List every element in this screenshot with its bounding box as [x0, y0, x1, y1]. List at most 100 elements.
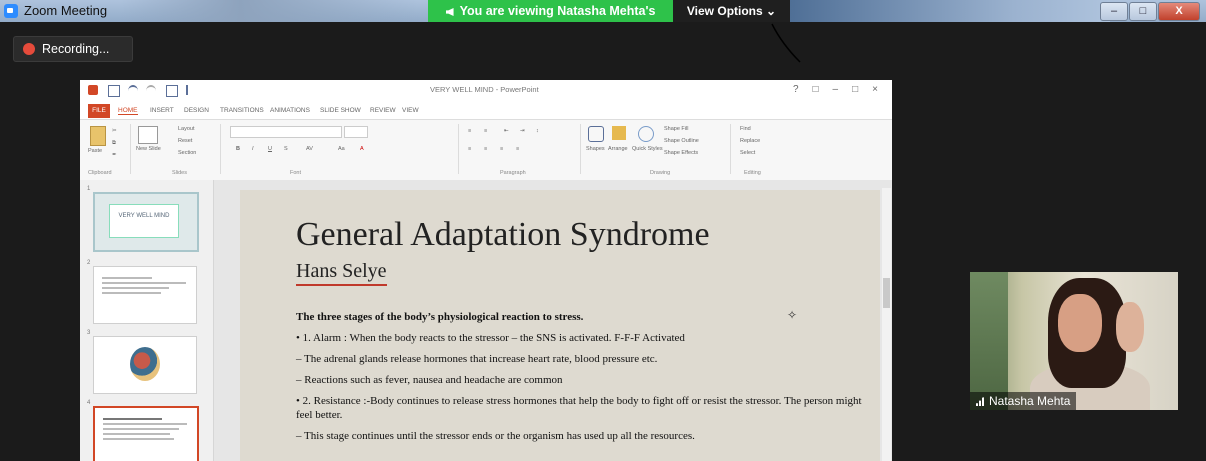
window-controls: – □ X [1099, 2, 1200, 21]
shapes-label[interactable]: Shapes [586, 146, 605, 152]
close-button[interactable]: X [1158, 2, 1200, 21]
video-person-face [1058, 294, 1102, 352]
slide-scrollbar[interactable] [882, 188, 891, 461]
shadow-button[interactable]: S [284, 146, 288, 152]
align-left-icon[interactable]: ≡ [468, 146, 471, 152]
speaker-icon [445, 8, 454, 16]
reset-button[interactable]: Reset [178, 138, 192, 144]
slide-thumbnail-pane: 1 VERY WELL MIND 2 3 4 [80, 180, 214, 461]
recording-indicator[interactable]: Recording... [13, 36, 133, 62]
ribbon-separator [580, 124, 581, 174]
copy-icon[interactable]: ⧉ [112, 140, 116, 147]
signal-strength-icon [976, 397, 985, 406]
tab-animations[interactable]: ANIMATIONS [270, 107, 310, 114]
arrange-icon[interactable] [612, 126, 626, 140]
decrease-indent-icon[interactable]: ⇤ [504, 128, 509, 134]
slide-body: The three stages of the body’s physiolog… [296, 310, 876, 450]
zoom-title-bar: Zoom Meeting You are viewing Natasha Meh… [0, 0, 1206, 22]
redo-icon[interactable] [146, 85, 156, 97]
arrange-label[interactable]: Arrange [608, 146, 628, 152]
shared-screen-powerpoint[interactable]: VERY WELL MIND - PowerPoint ? □ – □ × FI… [80, 80, 892, 461]
new-slide-icon[interactable] [138, 126, 158, 144]
ribbon-separator [130, 124, 131, 174]
thumb-image [130, 347, 160, 381]
slide-thumbnail-3[interactable] [93, 336, 197, 394]
slides-group-label: Slides [172, 170, 187, 176]
tab-transitions[interactable]: TRANSITIONS [220, 107, 264, 114]
section-button[interactable]: Section [178, 150, 196, 156]
slide-title: General Adaptation Syndrome [296, 216, 710, 253]
align-center-icon[interactable]: ≡ [484, 146, 487, 152]
character-spacing-button[interactable]: AV [306, 146, 313, 152]
layout-button[interactable]: Layout [178, 126, 195, 132]
thumb-number: 3 [87, 330, 91, 336]
tab-home[interactable]: HOME [118, 107, 138, 115]
view-options-button[interactable]: View Options ⌄ [673, 0, 790, 22]
recording-label: Recording... [42, 42, 110, 56]
shape-fill-button[interactable]: Shape Fill [664, 126, 688, 132]
start-from-beginning-icon[interactable] [166, 85, 178, 97]
font-color-button[interactable]: A [360, 146, 364, 152]
participant-video[interactable]: Natasha Mehta [970, 272, 1178, 410]
title-bar-blur [120, 0, 420, 22]
numbering-icon[interactable]: ≡ [484, 128, 487, 134]
title-bar-gradient [790, 0, 1110, 22]
tab-view[interactable]: VIEW [402, 107, 419, 114]
video-person-hand [1116, 302, 1144, 352]
quick-styles-icon[interactable] [638, 126, 654, 142]
current-slide[interactable]: General Adaptation Syndrome Hans Selye ✧… [240, 190, 880, 461]
format-painter-icon[interactable]: ✒ [112, 152, 117, 158]
touch-mode-icon[interactable] [186, 85, 198, 95]
tab-file[interactable]: FILE [88, 104, 110, 118]
minimize-button[interactable]: – [1100, 2, 1128, 21]
underline-button[interactable]: U [268, 146, 272, 152]
window-title: Zoom Meeting [24, 3, 108, 18]
tab-design[interactable]: DESIGN [184, 107, 209, 114]
font-size-input[interactable] [344, 126, 368, 138]
scrollbar-thumb[interactable] [883, 278, 890, 308]
paste-label[interactable]: Paste [88, 148, 102, 154]
slide-thumbnail-2[interactable] [93, 266, 197, 324]
editing-group-label: Editing [744, 170, 761, 176]
save-icon[interactable] [108, 85, 120, 97]
new-slide-label[interactable]: New Slide [136, 146, 161, 152]
ribbon-separator [220, 124, 221, 174]
select-button[interactable]: Select [740, 150, 755, 156]
view-options-label: View Options [686, 4, 763, 18]
paragraph-group-label: Paragraph [500, 170, 526, 176]
find-button[interactable]: Find [740, 126, 751, 132]
bullets-icon[interactable]: ≡ [468, 128, 471, 134]
align-right-icon[interactable]: ≡ [500, 146, 503, 152]
tab-insert[interactable]: INSERT [150, 107, 174, 114]
thumb-number: 2 [87, 260, 91, 266]
participant-name: Natasha Mehta [989, 394, 1071, 408]
maximize-button[interactable]: □ [1129, 2, 1157, 21]
bold-button[interactable]: B [236, 146, 240, 152]
shape-outline-button[interactable]: Shape Outline [664, 138, 699, 144]
change-case-button[interactable]: Aa [338, 146, 345, 152]
replace-button[interactable]: Replace [740, 138, 760, 144]
justify-icon[interactable]: ≡ [516, 146, 519, 152]
slide-editor[interactable]: General Adaptation Syndrome Hans Selye ✧… [214, 180, 892, 461]
clipboard-group-label: Clipboard [88, 170, 112, 176]
tab-slide-show[interactable]: SLIDE SHOW [320, 107, 361, 114]
paste-icon[interactable] [90, 126, 106, 146]
slide-thumbnail-4-selected[interactable] [93, 406, 199, 461]
ppt-window-controls: ? □ – □ × [792, 84, 884, 95]
zoom-app-icon [4, 4, 18, 18]
undo-icon[interactable] [128, 85, 138, 97]
participant-name-tag: Natasha Mehta [970, 392, 1077, 410]
ribbon-separator [730, 124, 731, 174]
slide-thumbnail-1[interactable]: VERY WELL MIND [93, 192, 199, 252]
tab-review[interactable]: REVIEW [370, 107, 396, 114]
shapes-icon[interactable] [588, 126, 604, 142]
increase-indent-icon[interactable]: ⇥ [520, 128, 525, 134]
shape-effects-button[interactable]: Shape Effects [664, 150, 698, 156]
cut-icon[interactable]: ✂ [112, 128, 117, 134]
slide-line: • 2. Resistance :-Body continues to rele… [296, 395, 862, 421]
font-name-input[interactable] [230, 126, 342, 138]
line-spacing-icon[interactable]: ↕ [536, 128, 539, 134]
quick-styles-label[interactable]: Quick Styles [632, 146, 663, 152]
italic-button[interactable]: I [252, 146, 254, 152]
font-group-label: Font [290, 170, 302, 176]
